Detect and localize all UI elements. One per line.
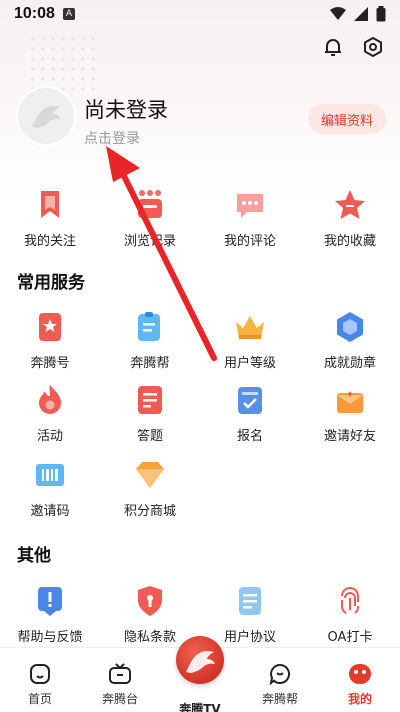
horse-avatar-icon (32, 105, 61, 128)
services-row-1: 奔腾号 奔腾帮 用户等级 成就勋章 (0, 310, 400, 371)
section-title-other: 其他 (17, 546, 51, 566)
nav-bentengtai[interactable]: 奔腾台 (80, 648, 160, 712)
service-item[interactable]: 报名 (200, 383, 300, 444)
quick-link-favorites[interactable]: 我的收藏 (300, 188, 400, 249)
wifi-icon (330, 7, 346, 20)
nav-mine[interactable]: 我的 (320, 648, 400, 712)
flame-icon (39, 385, 61, 414)
quick-link-comments[interactable]: 我的评论 (200, 188, 300, 249)
status-time: 10:08 (14, 5, 55, 22)
edit-profile-button[interactable]: 编辑资料 (308, 104, 386, 134)
nav-bentengbang[interactable]: 奔腾帮 (240, 648, 320, 712)
service-item[interactable]: 活动 (0, 383, 100, 444)
header-actions (322, 36, 384, 58)
service-item[interactable]: 邀请码 (0, 458, 100, 519)
diamond-icon (136, 462, 164, 488)
avatar[interactable] (16, 86, 76, 146)
service-item[interactable]: 邀请好友 (300, 383, 400, 444)
other-item[interactable]: OA打卡 (300, 584, 400, 645)
service-item[interactable]: 用户等级 (200, 310, 300, 371)
invite-icon (337, 391, 363, 413)
section-title-common-services: 常用服务 (17, 273, 85, 293)
settings-icon[interactable] (362, 36, 384, 58)
home-icon (30, 664, 50, 684)
quick-link-following[interactable]: 我的关注 (0, 188, 100, 249)
service-item[interactable]: 成就勋章 (300, 310, 400, 371)
medal-icon (337, 312, 363, 342)
status-bar: 10:08 A (0, 0, 400, 28)
status-icons (330, 6, 386, 22)
quick-link-history[interactable]: 浏览记录 (100, 188, 200, 249)
profile-card[interactable]: 尚未登录 点击登录 编辑资料 (16, 86, 386, 150)
horse-logo-icon (176, 636, 224, 684)
history-icon (138, 190, 162, 218)
decorative-dots (28, 34, 98, 94)
battery-icon (376, 6, 386, 22)
chat-icon (269, 663, 290, 686)
services-row-3: 邀请码 积分商城 (0, 458, 400, 519)
quiz-icon (138, 386, 162, 414)
login-link[interactable]: 点击登录 (84, 128, 140, 148)
nav-home[interactable]: 首页 (0, 648, 80, 712)
fingerprint-icon (340, 587, 360, 614)
crown-icon (236, 316, 264, 339)
service-item[interactable]: 奔腾号 (0, 310, 100, 371)
bell-icon[interactable] (322, 36, 344, 58)
tv-icon (109, 663, 131, 684)
service-item[interactable]: 奔腾帮 (100, 310, 200, 371)
document-icon (239, 587, 261, 615)
service-item[interactable]: 积分商城 (100, 458, 200, 519)
bottom-navigation: 首页 奔腾台 奔腾TV 奔腾帮 我的 (0, 636, 400, 712)
profile-name[interactable]: 尚未登录 (84, 94, 168, 124)
signup-icon (238, 387, 262, 414)
clipboard-icon (138, 312, 160, 341)
signal-icon (354, 7, 368, 21)
barcode-icon (36, 464, 64, 486)
quick-links: 我的关注 浏览记录 我的评论 我的收藏 (0, 188, 400, 249)
status-indicator: A (62, 8, 75, 20)
bookmark-icon (41, 191, 59, 218)
services-row-2: 活动 答题 报名 邀请好友 (0, 383, 400, 444)
other-item[interactable]: 帮助与反馈 (0, 584, 100, 645)
star-icon (335, 190, 365, 219)
help-icon (38, 587, 62, 616)
badge-icon (39, 313, 61, 341)
profile-icon (349, 664, 371, 684)
nav-bentengtv[interactable]: 奔腾TV (160, 636, 240, 712)
service-item[interactable]: 答题 (100, 383, 200, 444)
privacy-shield-icon (138, 586, 162, 616)
comment-icon (237, 194, 263, 218)
